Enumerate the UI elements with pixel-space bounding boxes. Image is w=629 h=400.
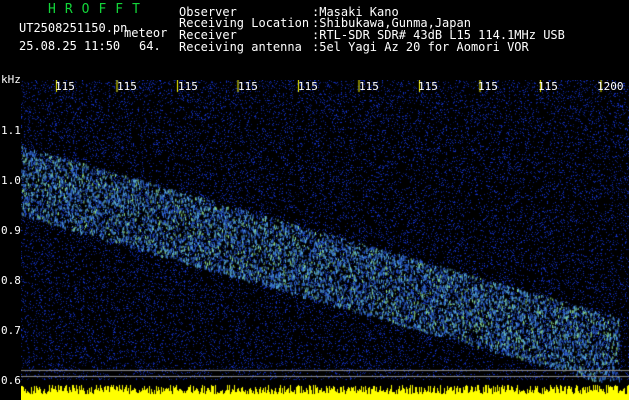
x-tick: 115 [538, 80, 558, 93]
y-unit-label: kHz [1, 73, 21, 86]
x-tick: 115 [117, 80, 137, 93]
file-name: UT2508251150.pn [19, 21, 128, 35]
label-antenna: Receiving antenna [179, 40, 302, 54]
x-tick: 115 [55, 80, 75, 93]
spectrogram [21, 80, 629, 400]
x-tick: 115 [478, 80, 498, 93]
header-panel: HROFFT UT2508251150.pn meteor 25.08.25 1… [0, 0, 629, 78]
x-tick: 115 [238, 80, 258, 93]
y-tick-1-1: 1.1 [1, 124, 21, 137]
y-tick-0-6: 0.6 [1, 374, 21, 387]
x-tick: 115 [418, 80, 438, 93]
app-brand: HROFFT [48, 2, 149, 17]
x-tick: 115 [178, 80, 198, 93]
y-tick-1-0: 1.0 [1, 174, 21, 187]
y-tick-0-8: 0.8 [1, 274, 21, 287]
y-tick-0-7: 0.7 [1, 324, 21, 337]
x-tick: 115 [298, 80, 318, 93]
value-antenna: :5el Yagi Az 20 for Aomori VOR [312, 40, 529, 54]
header-value: 64. [139, 39, 161, 53]
y-tick-0-9: 0.9 [1, 224, 21, 237]
date-time: 25.08.25 11:50 [19, 39, 121, 53]
x-tick: 115 [359, 80, 379, 93]
x-tick: 1200 [597, 80, 624, 93]
